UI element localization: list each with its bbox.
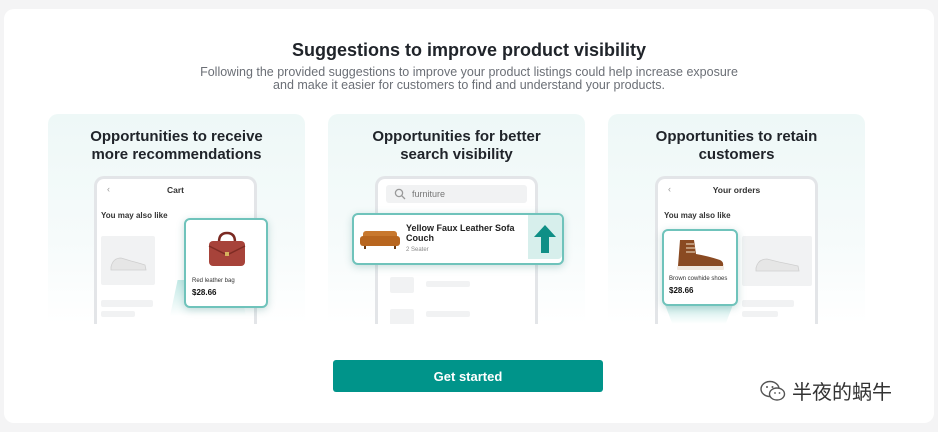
card-retain-customers: Opportunities to retain customers ‹ Your… <box>608 114 865 324</box>
placeholder-line <box>426 281 470 287</box>
product-thumbnail <box>742 236 812 286</box>
phone-screen-title: Your orders <box>712 185 761 195</box>
sneaker-icon <box>110 257 147 271</box>
search-icon <box>394 188 406 200</box>
result-thumbnail <box>390 309 414 324</box>
search-input[interactable]: furniture <box>386 185 527 203</box>
placeholder-line <box>426 311 470 317</box>
arrow-up-icon <box>534 225 556 253</box>
product-price: $28.66 <box>192 288 217 297</box>
card-recommendations: Opportunities to receive more recommenda… <box>48 114 305 324</box>
wechat-icon <box>760 380 786 401</box>
page-title: Suggestions to improve product visibilit… <box>291 40 647 60</box>
watermark: 半夜的蜗牛 <box>760 376 892 405</box>
card-title: Opportunities for better search visibili… <box>372 128 541 163</box>
sneaker-icon <box>755 258 800 272</box>
product-price: $28.66 <box>669 286 694 295</box>
card-title: Opportunities to retain customers <box>655 128 818 163</box>
sofa-icon <box>360 231 400 249</box>
card-title: Opportunities to receive more recommenda… <box>90 128 263 163</box>
product-name: Yellow Faux Leather Sofa Couch <box>406 223 515 243</box>
placeholder-line <box>742 300 794 307</box>
section-label: You may also like <box>664 211 731 220</box>
placeholder-line <box>742 311 778 317</box>
handbag-icon <box>208 231 246 266</box>
phone-screen-title: Cart <box>166 185 184 195</box>
result-thumbnail <box>390 277 414 293</box>
placeholder-line <box>101 300 153 307</box>
highlighted-product-card: Red leather bag $28.66 <box>184 218 268 308</box>
product-name: Brown cowhide shoes <box>669 276 728 282</box>
watermark-text: 半夜的蜗牛 <box>792 380 892 404</box>
card-search-visibility: Opportunities for better search visibili… <box>328 114 585 324</box>
highlighted-product-card: Brown cowhide shoes $28.66 <box>662 229 738 306</box>
boot-icon <box>677 240 724 270</box>
page-subtitle: Following the provided suggestions to im… <box>200 65 738 92</box>
highlighted-search-result: Yellow Faux Leather Sofa Couch 2 Seater <box>352 213 564 265</box>
placeholder-line <box>101 311 135 317</box>
rank-up-badge <box>528 215 562 259</box>
product-detail: 2 Seater <box>406 247 429 253</box>
search-query: furniture <box>412 189 446 199</box>
get-started-button[interactable]: Get started <box>333 360 603 392</box>
product-name: Red leather bag <box>192 278 235 284</box>
product-thumbnail <box>101 236 155 285</box>
section-label: You may also like <box>101 211 168 220</box>
